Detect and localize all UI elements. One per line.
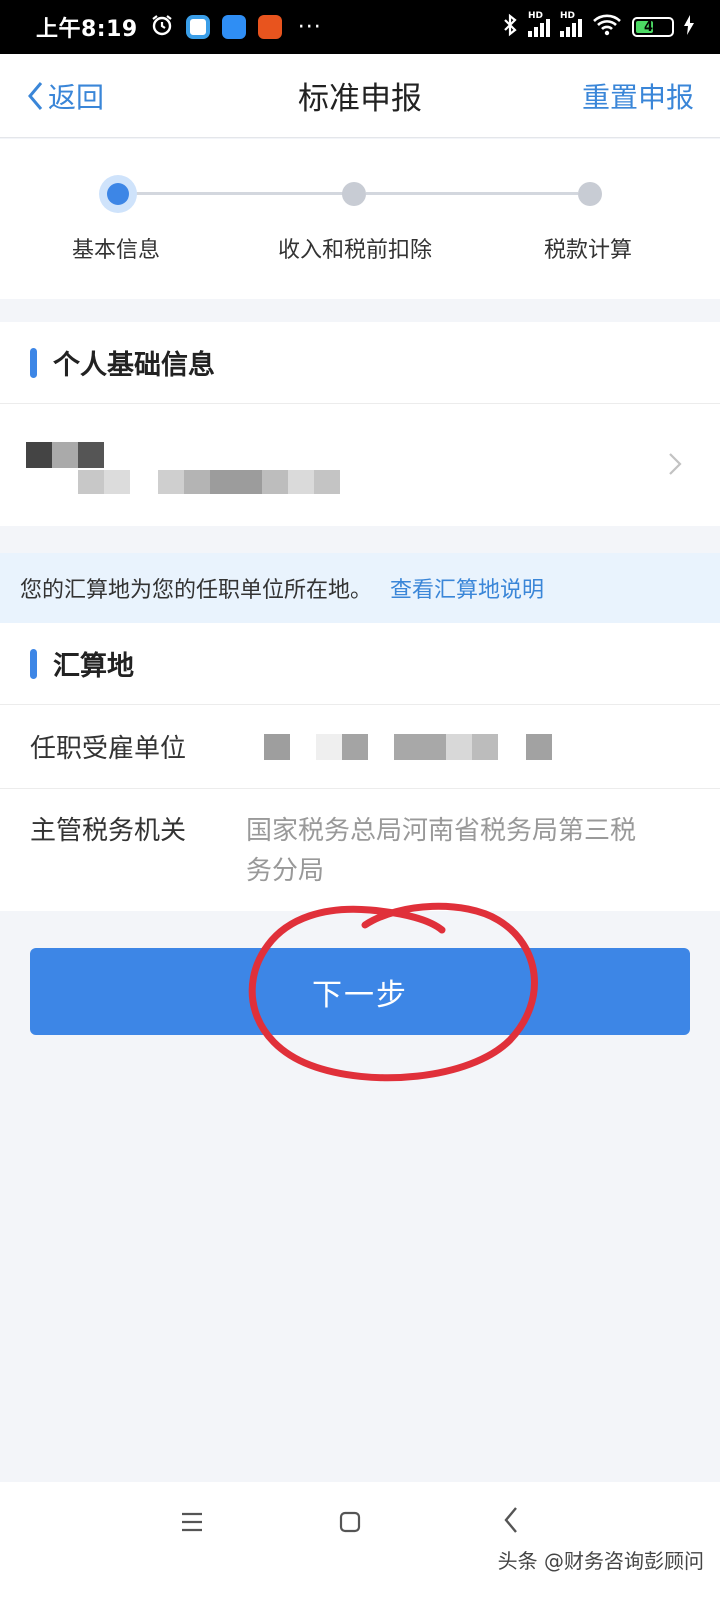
alarm-icon xyxy=(150,13,174,41)
settlement-card: 汇算地 任职受雇单位 主管税务机关 国家税务总局河南省税务局第三税务分局 xyxy=(0,623,720,911)
status-bar: 上午8:19 ··· HD HD 44 xyxy=(0,0,720,54)
wifi-icon xyxy=(592,14,622,40)
charging-icon xyxy=(684,15,694,39)
app-notification-icon xyxy=(221,15,246,39)
annotation-circle-mark xyxy=(248,902,538,1082)
signal-icon: HD xyxy=(528,11,550,37)
employer-row[interactable]: 任职受雇单位 xyxy=(0,705,720,789)
back-nav-icon[interactable] xyxy=(503,1506,519,1534)
step-label-basic-info: 基本信息 xyxy=(72,238,161,263)
status-time: 上午8:19 xyxy=(36,17,138,42)
home-icon[interactable] xyxy=(338,1510,362,1534)
signal-icon: HD xyxy=(560,11,582,37)
notice-text: 您的汇算地为您的任职单位所在地。 xyxy=(20,578,373,603)
step-label-tax-calculation: 税款计算 xyxy=(544,238,633,263)
bluetooth-icon xyxy=(502,13,518,41)
redacted-employer-value xyxy=(246,732,690,762)
app-notification-icon xyxy=(257,15,282,39)
more-notifications-icon: ··· xyxy=(297,14,322,40)
section-accent-bar xyxy=(30,648,37,679)
chevron-right-icon xyxy=(669,453,682,475)
settlement-notice-banner: 您的汇算地为您的任职单位所在地。 查看汇算地说明 xyxy=(0,553,720,623)
menu-icon[interactable] xyxy=(180,1510,204,1534)
nav-bar: 返回 标准申报 重置申报 xyxy=(0,54,720,138)
step-indicator-active xyxy=(99,175,137,213)
tax-office-label: 主管税务机关 xyxy=(30,816,187,846)
system-nav-bar xyxy=(0,1482,720,1600)
step-indicator xyxy=(342,182,366,206)
app-notification-icon xyxy=(185,15,210,39)
reset-declaration-button[interactable]: 重置申报 xyxy=(582,76,694,116)
step-label-income-deductions: 收入和税前扣除 xyxy=(278,238,433,263)
personal-info-card: 个人基础信息 xyxy=(0,322,720,526)
personal-info-row[interactable] xyxy=(0,404,720,526)
progress-stepper: 基本信息 收入和税前扣除 税款计算 xyxy=(0,139,720,299)
section-accent-bar xyxy=(30,347,37,378)
view-settlement-explanation-link[interactable]: 查看汇算地说明 xyxy=(390,572,544,604)
step-indicator xyxy=(578,182,602,206)
section-title: 个人基础信息 xyxy=(53,350,215,381)
step-connector xyxy=(136,192,344,195)
section-title: 汇算地 xyxy=(53,651,134,682)
section-header: 汇算地 xyxy=(0,623,720,705)
battery-icon: 44 xyxy=(632,17,674,37)
step-connector xyxy=(366,192,578,195)
employer-label: 任职受雇单位 xyxy=(30,734,187,764)
section-header: 个人基础信息 xyxy=(0,322,720,404)
watermark-text: 头条 @财务咨询彭顾问 xyxy=(497,1549,704,1573)
